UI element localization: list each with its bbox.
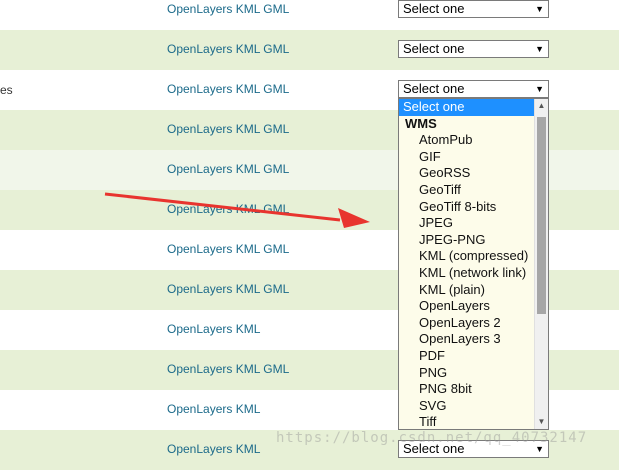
watermark-text: https://blog.csdn.net/qq_40732147 [276, 430, 588, 446]
red-arrow-annotation [104, 192, 370, 228]
